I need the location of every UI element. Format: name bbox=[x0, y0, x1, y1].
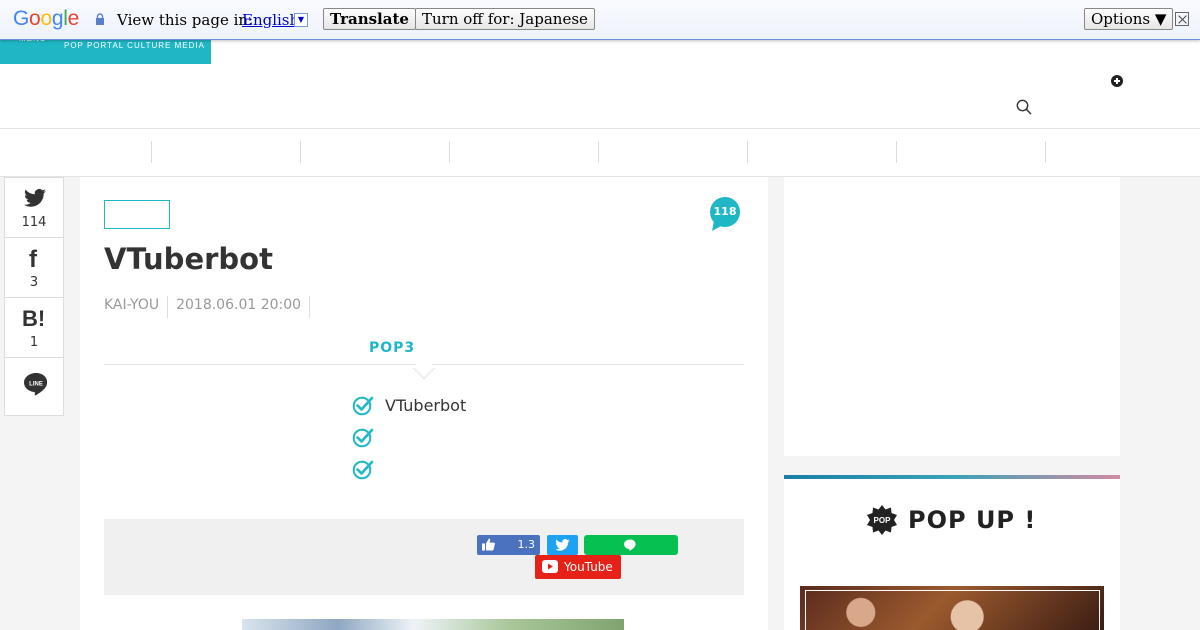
list-item bbox=[352, 453, 466, 485]
language-select[interactable]: English bbox=[242, 11, 299, 29]
search-icon[interactable] bbox=[1016, 99, 1032, 115]
line-icon: LINE bbox=[24, 373, 48, 396]
popup-title: POP UP ! bbox=[908, 506, 1037, 534]
pop-badge-text: POP bbox=[874, 516, 892, 525]
share-line[interactable]: LINE bbox=[5, 358, 63, 415]
pop3-text: VTuberbot bbox=[385, 395, 467, 415]
article-date: 2018.06.01 20:00 bbox=[176, 296, 311, 318]
translate-prompt: View this page in: bbox=[117, 11, 254, 29]
nav-item-5[interactable] bbox=[599, 129, 748, 176]
youtube-label: YouTube bbox=[564, 560, 613, 574]
twitter-follow-button[interactable] bbox=[547, 535, 578, 555]
twitter-icon bbox=[24, 188, 46, 207]
close-icon[interactable] bbox=[1175, 12, 1189, 26]
translate-button[interactable]: Translate bbox=[323, 8, 416, 30]
twitter-icon bbox=[555, 539, 570, 551]
pop3-list: VTuberbot bbox=[352, 389, 466, 485]
nav-item-7[interactable] bbox=[897, 129, 1046, 176]
pop3-notch bbox=[412, 356, 436, 380]
site-tagline: POP PORTAL CULTURE MEDIA bbox=[64, 41, 205, 50]
like-count: 1.3 bbox=[517, 538, 536, 551]
popup-image-frame bbox=[805, 590, 1100, 630]
pop3-label: POP3 bbox=[369, 340, 416, 356]
facebook-count: 3 bbox=[29, 275, 39, 290]
nav-item-6[interactable] bbox=[748, 129, 897, 176]
article-author[interactable]: KAI-YOU bbox=[104, 296, 169, 318]
google-logo: Google bbox=[13, 7, 79, 30]
chevron-down-icon[interactable]: ▼ bbox=[294, 13, 308, 27]
list-item: VTuberbot bbox=[352, 389, 466, 421]
nav-item-1[interactable] bbox=[3, 129, 152, 176]
social-follow-box bbox=[104, 519, 744, 595]
lock-icon bbox=[96, 13, 104, 25]
hatena-icon: B! bbox=[22, 306, 46, 331]
svg-text:LINE: LINE bbox=[29, 382, 43, 388]
translate-bar: Google View this page in: English ▼ Tran… bbox=[0, 0, 1200, 40]
share-rail: 114 f 3 B! 1 LINE bbox=[4, 177, 64, 416]
article-hero-image bbox=[242, 619, 624, 630]
article-title: VTuberbot bbox=[104, 242, 273, 276]
facebook-like-button[interactable]: 1.3 bbox=[477, 535, 540, 555]
line-friend-button[interactable] bbox=[584, 535, 678, 555]
share-twitter[interactable]: 114 bbox=[5, 178, 63, 238]
pop-badge-icon: POP bbox=[867, 505, 897, 535]
nav-item-4[interactable] bbox=[450, 129, 599, 176]
youtube-subscribe-button[interactable]: YouTube bbox=[535, 555, 621, 579]
nav-item-2[interactable] bbox=[152, 129, 301, 176]
check-icon bbox=[352, 460, 374, 480]
thumbs-up-icon bbox=[482, 538, 495, 551]
line-icon bbox=[624, 539, 636, 551]
youtube-icon bbox=[542, 560, 558, 573]
check-icon bbox=[352, 428, 374, 448]
main-nav bbox=[3, 129, 1046, 176]
list-item bbox=[352, 421, 466, 453]
twitter-count: 114 bbox=[21, 215, 47, 230]
share-facebook[interactable]: f 3 bbox=[5, 238, 63, 298]
sidebar-ad-slot bbox=[784, 177, 1120, 456]
hatena-count: 1 bbox=[29, 335, 39, 350]
share-hatena[interactable]: B! 1 bbox=[5, 298, 63, 358]
turn-off-button[interactable]: Turn off for: Japanese bbox=[415, 8, 595, 30]
options-button[interactable]: Options ▼ bbox=[1084, 8, 1174, 30]
comment-count[interactable]: 118 bbox=[706, 205, 744, 218]
plus-icon[interactable] bbox=[1111, 75, 1123, 87]
check-icon bbox=[352, 396, 374, 416]
facebook-icon: f bbox=[29, 246, 37, 273]
category-tag[interactable] bbox=[104, 200, 170, 229]
article-meta: KAI-YOU 2018.06.01 20:00 bbox=[104, 296, 318, 318]
nav-item-3[interactable] bbox=[301, 129, 450, 176]
